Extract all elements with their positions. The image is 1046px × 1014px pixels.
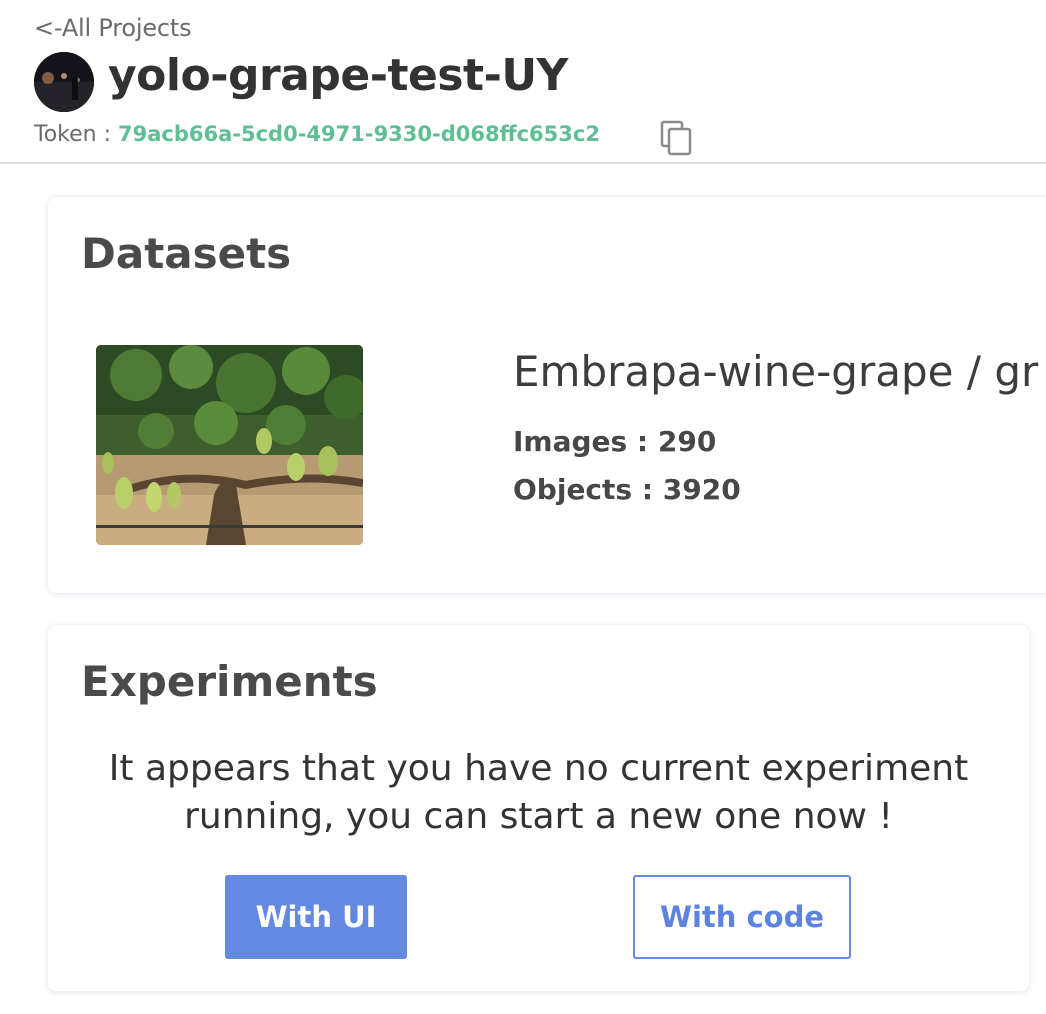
header-divider (0, 162, 1046, 164)
copy-icon[interactable] (660, 120, 694, 156)
project-page: <-All Projects yolo-grape-test-UY Token … (0, 0, 1046, 1014)
with-ui-button[interactable]: With UI (225, 875, 407, 959)
grape-vineyard-image (96, 345, 363, 545)
dataset-name[interactable]: Embrapa-wine-grape / gr (513, 347, 1038, 396)
project-avatar (34, 52, 94, 112)
datasets-title: Datasets (81, 229, 292, 278)
experiments-title: Experiments (81, 657, 378, 706)
no-experiment-message: It appears that you have no current expe… (48, 745, 1029, 841)
token-value: 79acb66a-5cd0-4971-9330-d068ffc653c2 (118, 122, 600, 146)
dataset-objects-count: Objects : 3920 (513, 473, 741, 506)
avatar-photo-icon (34, 52, 94, 112)
experiments-card: Experiments It appears that you have no … (48, 625, 1029, 991)
token-row: Token : 79acb66a-5cd0-4971-9330-d068ffc6… (34, 122, 600, 147)
dataset-thumbnail[interactable] (96, 345, 363, 545)
token-label: Token : (34, 122, 118, 147)
no-experiment-line-2: running, you can start a new one now ! (184, 796, 893, 837)
all-projects-link[interactable]: <-All Projects (34, 14, 192, 42)
with-code-button[interactable]: With code (633, 875, 851, 959)
datasets-card: Datasets Embrapa-wine-grape / gr Images … (48, 197, 1046, 593)
no-experiment-line-1: It appears that you have no current expe… (108, 748, 969, 789)
dataset-images-count: Images : 290 (513, 425, 717, 458)
project-title: yolo-grape-test-UY (108, 50, 568, 101)
